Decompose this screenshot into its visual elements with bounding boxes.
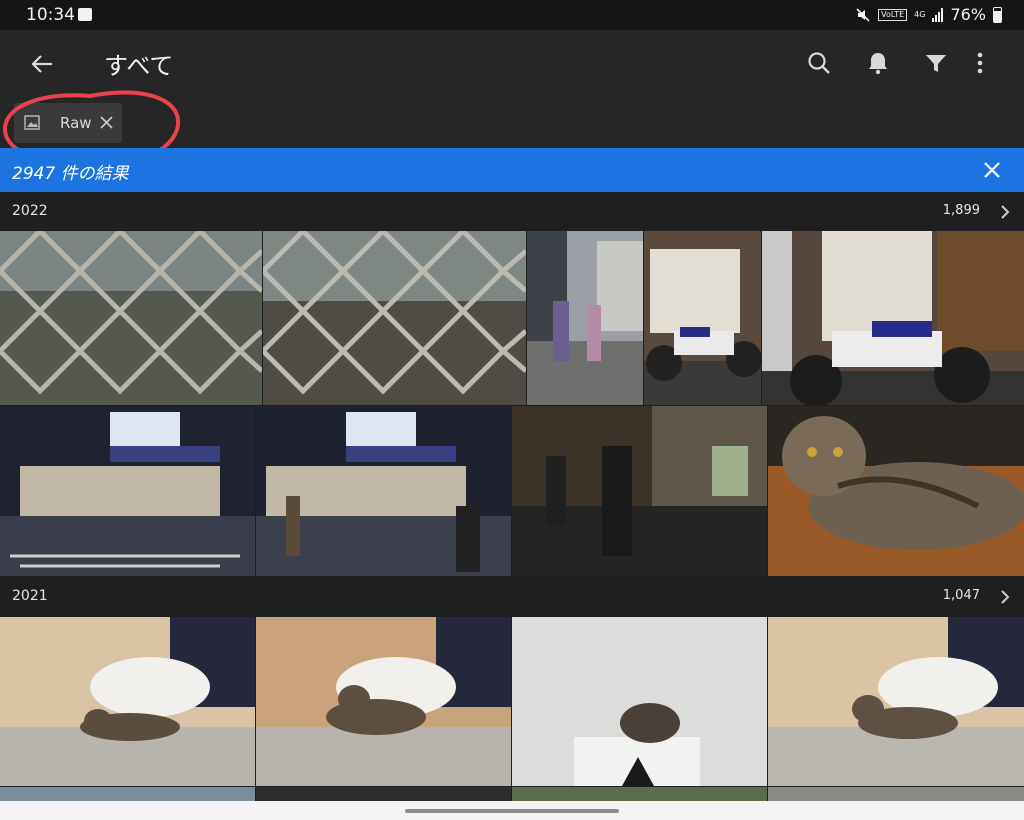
photo-thumbnail[interactable] — [768, 787, 1024, 801]
section-header-2021[interactable]: 2021 1,047 — [0, 578, 1024, 616]
fence-city-photo — [0, 231, 262, 405]
photo-thumbnail[interactable] — [0, 406, 255, 576]
abc-mart-photo — [0, 406, 255, 576]
chip-close-icon[interactable] — [99, 115, 114, 130]
cat-on-sofa-photo-3 — [768, 617, 1024, 786]
bell-icon[interactable] — [865, 50, 891, 76]
photo-thumbnail[interactable] — [0, 617, 255, 786]
fence-railway-photo — [263, 231, 526, 405]
photo-thumbnail[interactable] — [256, 787, 511, 801]
signal-icon — [932, 7, 944, 22]
more-options-icon[interactable] — [967, 50, 993, 76]
photo-thumbnail[interactable] — [768, 406, 1024, 576]
photo-thumbnail[interactable] — [527, 231, 643, 405]
photo-thumbnail[interactable] — [762, 231, 1024, 405]
app-bar: すべて Raw — [0, 30, 1024, 175]
home-gesture-handle[interactable] — [405, 809, 619, 813]
cat-on-sofa-photo-2 — [256, 617, 511, 786]
chip-label: Raw — [60, 114, 92, 132]
system-navigation-bar — [0, 801, 1024, 820]
photo-thumbnail[interactable] — [263, 231, 526, 405]
battery-icon — [993, 6, 1002, 23]
section-header-2022[interactable]: 2022 1,899 — [0, 193, 1024, 231]
filter-icon[interactable] — [923, 50, 949, 76]
status-time: 10:34 — [26, 5, 75, 25]
photo-thumbnail[interactable] — [512, 617, 767, 786]
street-walkers-photo — [527, 231, 643, 405]
section-year: 2021 — [12, 588, 48, 604]
results-count-text: 2947 件の結果 — [12, 164, 129, 184]
abc-mart-crossing-photo — [256, 406, 511, 576]
photo-thumbnail[interactable] — [256, 406, 511, 576]
raw-filter-chip[interactable]: Raw — [14, 103, 122, 143]
network-type: 4G — [914, 9, 926, 19]
status-bar: 10:34 VoLTE 4G 76% — [0, 0, 1024, 30]
section-count: 1,047 — [942, 588, 980, 603]
cat-on-box-photo — [512, 617, 767, 786]
volte-indicator: VoLTE — [878, 8, 908, 21]
page-title: すべて — [104, 52, 174, 80]
mute-icon — [856, 7, 870, 22]
battery-percent: 76% — [950, 5, 986, 24]
chevron-right-icon[interactable] — [998, 204, 1012, 220]
night-street-photo — [512, 406, 767, 576]
motorcycle-photo — [644, 231, 761, 405]
chevron-right-icon[interactable] — [998, 589, 1012, 605]
motorcycle-closeup-photo — [762, 231, 1024, 405]
photo-thumbnail[interactable] — [256, 617, 511, 786]
tabby-cat-photo — [768, 406, 1024, 576]
section-count: 1,899 — [942, 203, 980, 218]
cat-on-sofa-photo — [0, 617, 255, 786]
photo-thumbnail[interactable] — [0, 231, 262, 405]
photo-thumbnail[interactable] — [644, 231, 761, 405]
image-icon — [24, 115, 40, 130]
gallery-notification-icon — [78, 8, 92, 21]
section-year: 2022 — [12, 203, 48, 219]
close-icon[interactable] — [982, 160, 1002, 180]
back-arrow-icon[interactable] — [28, 50, 56, 78]
photo-thumbnail[interactable] — [512, 406, 767, 576]
photo-thumbnail[interactable] — [512, 787, 767, 801]
results-banner: 2947 件の結果 — [0, 148, 1024, 192]
photo-thumbnail[interactable] — [0, 787, 255, 801]
photo-thumbnail[interactable] — [768, 617, 1024, 786]
search-icon[interactable] — [806, 50, 832, 76]
status-indicators: VoLTE 4G 76% — [855, 5, 1002, 24]
